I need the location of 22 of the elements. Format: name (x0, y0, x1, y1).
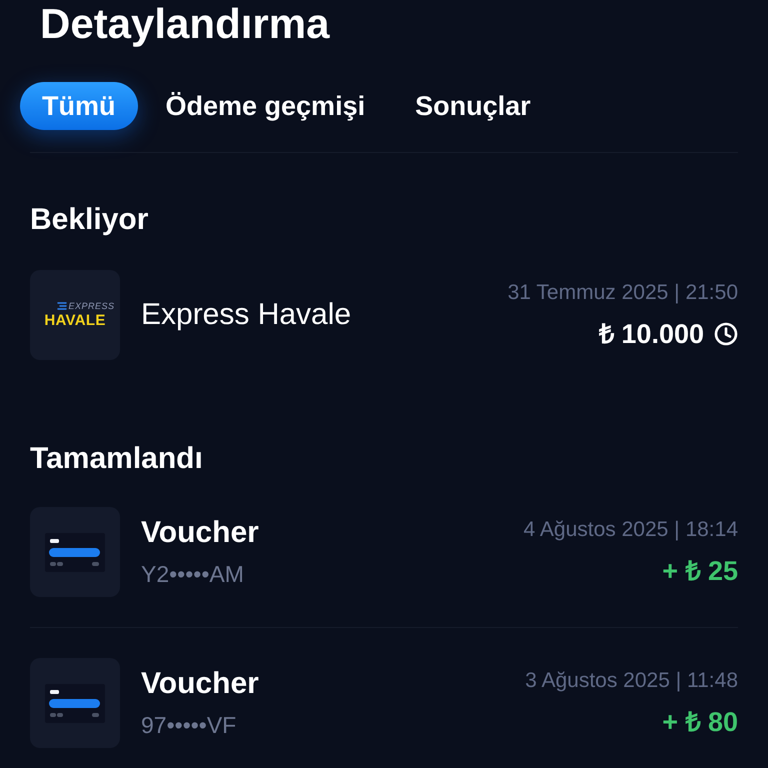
transaction-name: Voucher (141, 515, 259, 551)
transaction-date: 31 Temmuz 2025 | 21:50 (508, 281, 738, 305)
masked-code: 97•••••VF (141, 711, 236, 740)
transaction-amount: + ₺ 80 (662, 707, 738, 737)
tab[interactable]: Sonuçlar (393, 82, 553, 130)
transaction-date: 3 Ağustos 2025 | 11:48 (525, 669, 738, 693)
card-icon (30, 507, 120, 597)
transaction-amount: ₺ 10.000 (598, 319, 704, 349)
logo-title: HAVALE (44, 312, 106, 330)
transaction-name: Express Havale (141, 297, 352, 333)
page-title: Detaylandırma (40, 0, 330, 48)
section-heading: Bekliyor (30, 202, 148, 238)
transaction-name: Voucher (141, 666, 259, 702)
card-icon (30, 658, 120, 748)
logo-subtitle: EXPRESS (68, 300, 115, 312)
tab[interactable]: Ödeme geçmişi (144, 82, 388, 130)
speed-lines-icon (57, 302, 68, 310)
tab[interactable]: Tümü (20, 82, 138, 130)
transaction-amount: + ₺ 25 (662, 556, 738, 586)
transaction-date: 4 Ağustos 2025 | 18:14 (524, 518, 738, 542)
masked-code: Y2•••••AM (141, 560, 244, 589)
section-heading: Tamamlandı (30, 441, 203, 477)
